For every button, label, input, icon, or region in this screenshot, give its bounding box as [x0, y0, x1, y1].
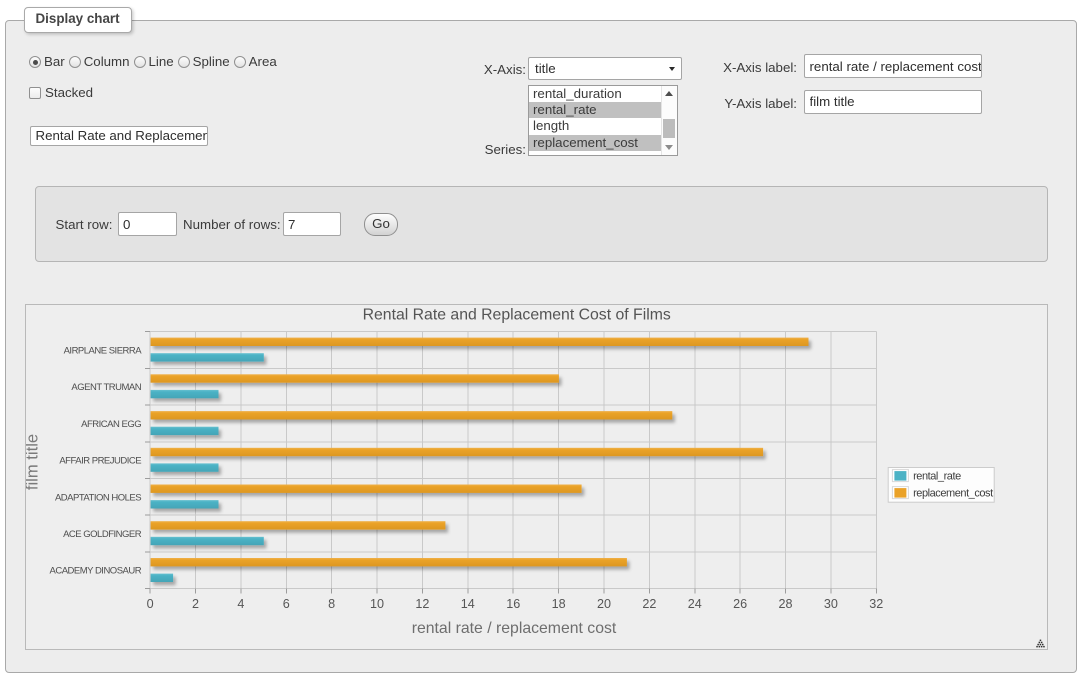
- svg-text:ADAPTATION HOLES: ADAPTATION HOLES: [55, 492, 141, 503]
- svg-text:AIRPLANE SIERRA: AIRPLANE SIERRA: [64, 345, 143, 356]
- svg-text:AFRICAN EGG: AFRICAN EGG: [81, 419, 141, 430]
- svg-text:AFFAIR PREJUDICE: AFFAIR PREJUDICE: [59, 456, 141, 467]
- svg-text:replacement_cost: replacement_cost: [913, 487, 993, 499]
- svg-text:18: 18: [552, 597, 566, 611]
- svg-text:ACADEMY DINOSAUR: ACADEMY DINOSAUR: [50, 566, 142, 577]
- svg-text:12: 12: [415, 597, 429, 611]
- svg-text:22: 22: [642, 597, 656, 611]
- svg-text:0: 0: [147, 597, 154, 611]
- svg-text:4: 4: [237, 597, 244, 611]
- svg-text:Rental Rate and Replacement Co: Rental Rate and Replacement Cost of Film…: [363, 306, 671, 323]
- svg-text:28: 28: [778, 597, 792, 611]
- svg-text:32: 32: [869, 597, 883, 611]
- svg-text:26: 26: [733, 597, 747, 611]
- svg-text:rental rate / replacement cost: rental rate / replacement cost: [412, 620, 617, 637]
- svg-text:2: 2: [192, 597, 199, 611]
- svg-text:20: 20: [597, 597, 611, 611]
- svg-text:24: 24: [688, 597, 702, 611]
- svg-text:8: 8: [328, 597, 335, 611]
- svg-text:6: 6: [283, 597, 290, 611]
- svg-text:14: 14: [461, 597, 475, 611]
- svg-text:film title: film title: [26, 434, 42, 490]
- svg-text:AGENT TRUMAN: AGENT TRUMAN: [71, 382, 141, 393]
- svg-text:16: 16: [506, 597, 520, 611]
- svg-text:ACE GOLDFINGER: ACE GOLDFINGER: [63, 529, 142, 540]
- svg-text:10: 10: [370, 597, 384, 611]
- svg-text:30: 30: [824, 597, 838, 611]
- svg-text:rental_rate: rental_rate: [913, 470, 961, 482]
